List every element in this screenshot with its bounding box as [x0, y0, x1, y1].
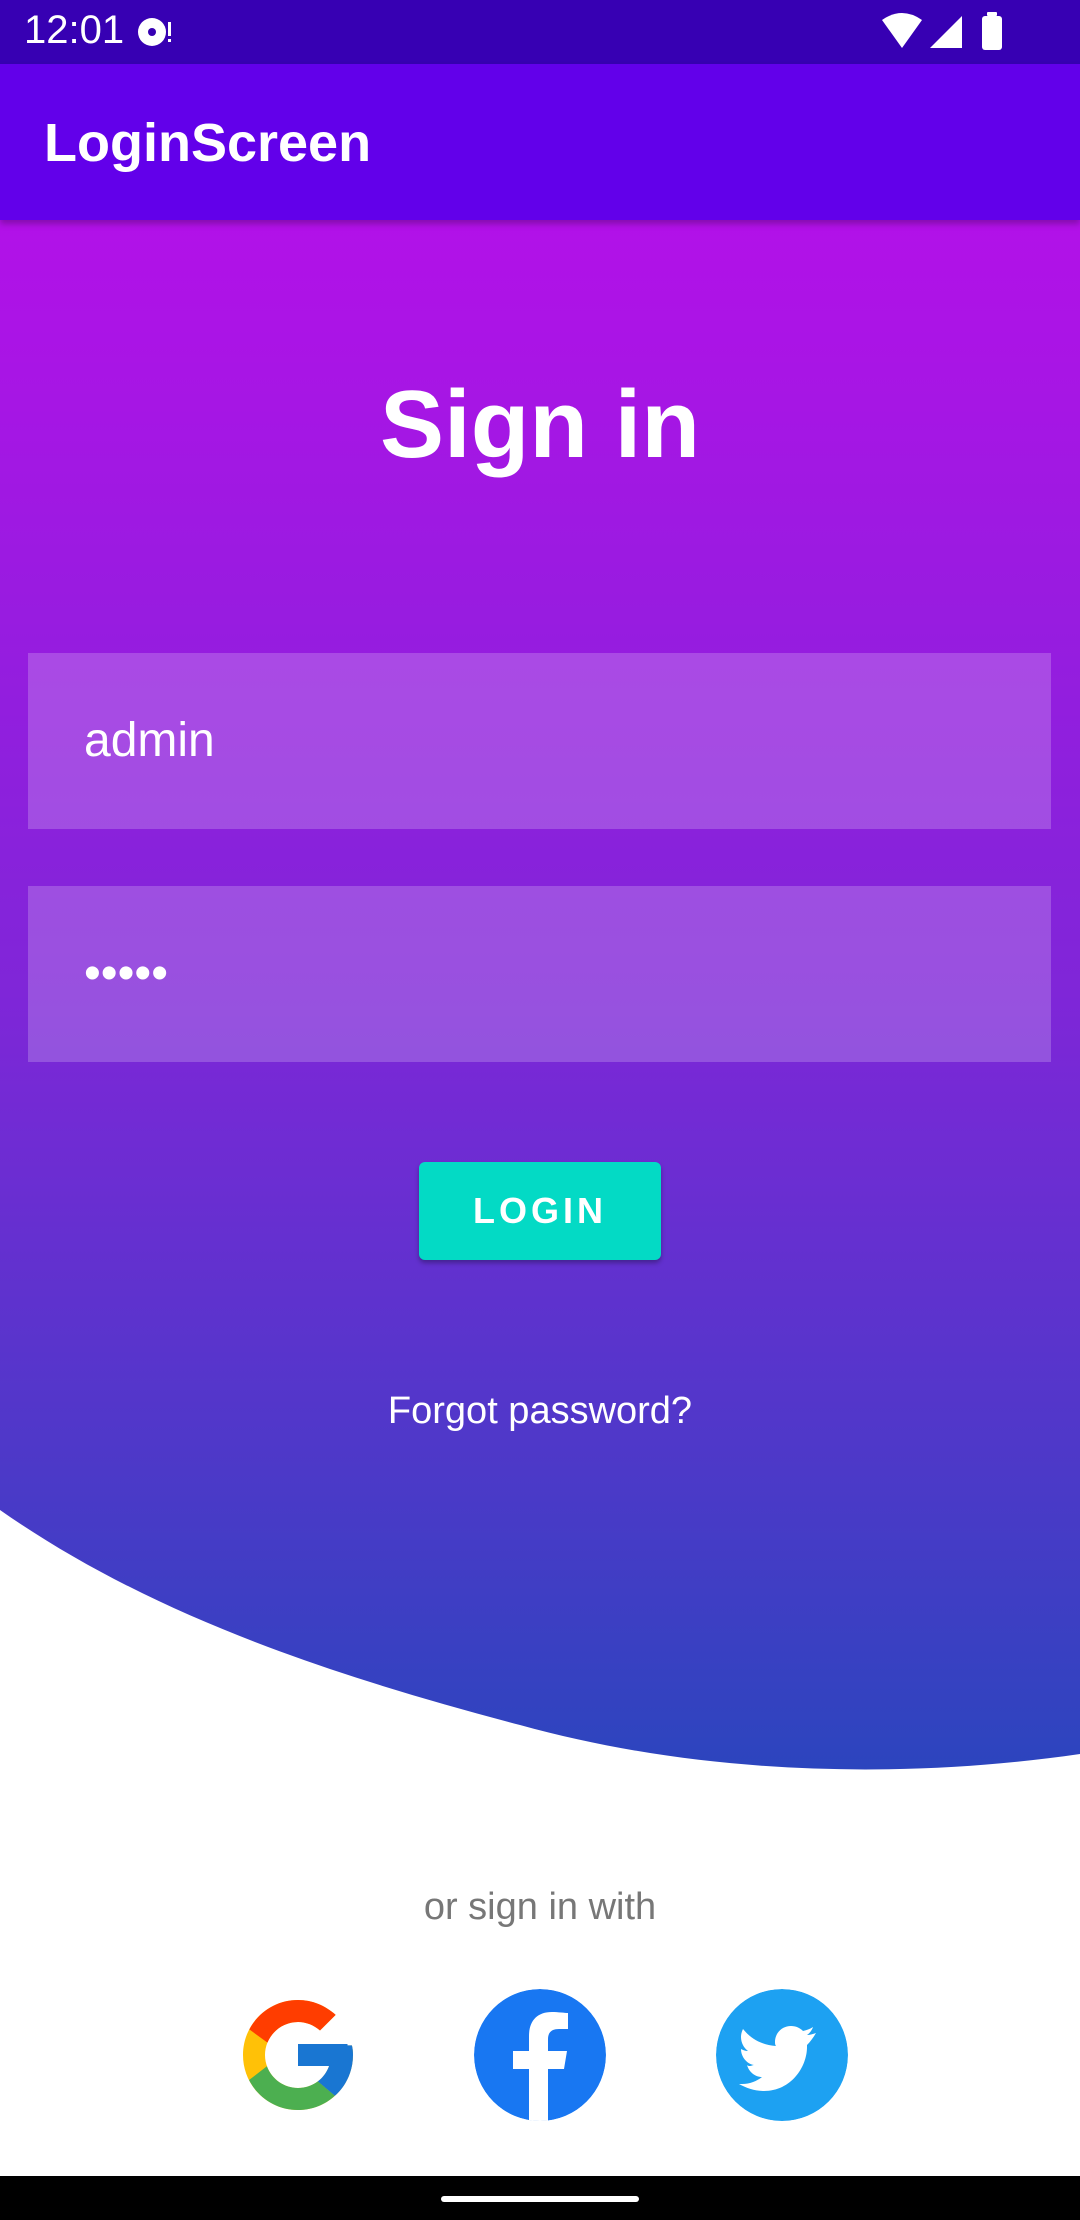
status-bar: 12:01 [0, 0, 1080, 64]
sign-in-heading: Sign in [380, 371, 700, 478]
home-gesture-handle[interactable] [441, 2196, 639, 2202]
password-value: ••••• [84, 947, 169, 1000]
status-time: 12:01 [24, 8, 125, 52]
wifi-icon [882, 13, 922, 48]
forgot-password-link[interactable]: Forgot password? [0, 1390, 1080, 1433]
or-sign-in-with-text: or sign in with [423, 1886, 657, 1928]
password-field[interactable]: ••••• [28, 886, 1051, 1062]
username-value: admin [84, 714, 215, 767]
cell-signal-icon [930, 16, 962, 48]
google-icon[interactable] [232, 1989, 364, 2121]
app-title: LoginScreen [44, 113, 372, 173]
twitter-icon[interactable] [716, 1989, 848, 2121]
media-notification-icon [138, 18, 171, 46]
username-field[interactable]: admin [28, 653, 1051, 829]
navigation-bar [0, 2176, 1080, 2220]
battery-icon [982, 12, 1002, 50]
app-bar: LoginScreen [0, 64, 1080, 220]
facebook-icon[interactable] [474, 1989, 606, 2121]
login-panel: Sign in admin ••••• LOGIN Forgot passwor… [0, 220, 1080, 1800]
login-button[interactable]: LOGIN [419, 1162, 661, 1260]
